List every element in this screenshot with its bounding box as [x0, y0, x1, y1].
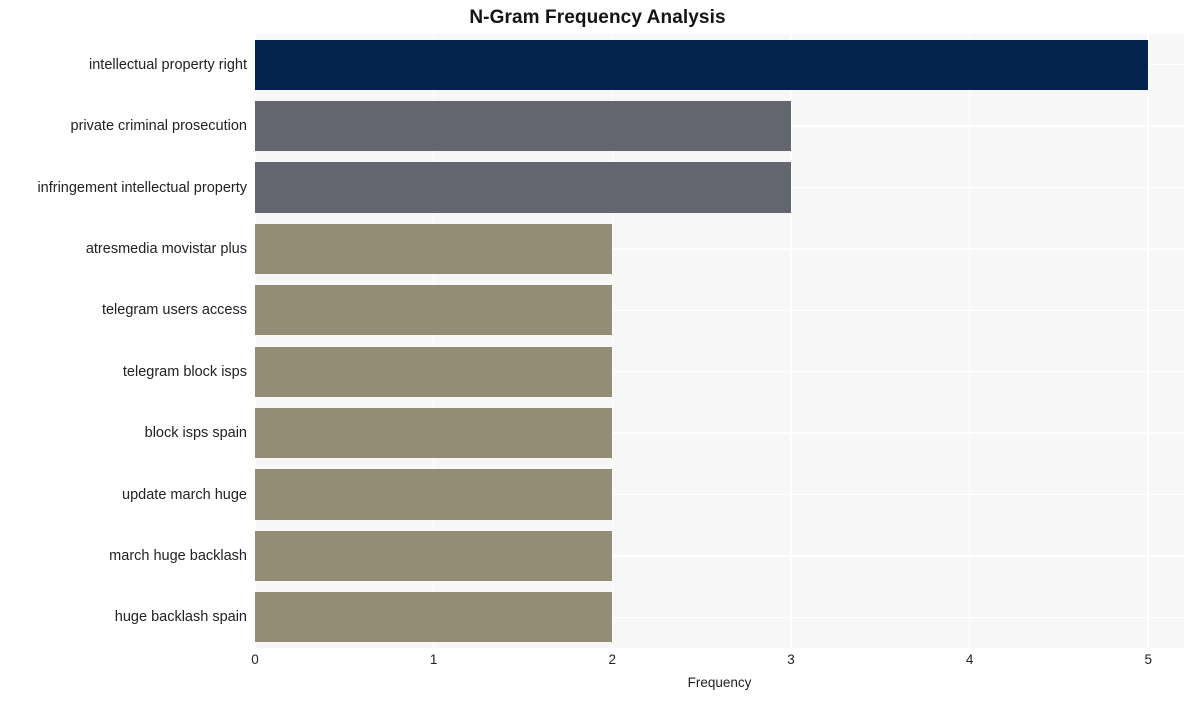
bar [255, 592, 613, 643]
page-title: N-Gram Frequency Analysis [469, 7, 726, 28]
x-axis-tick-label: 1 [429, 652, 438, 667]
x-axis-tick-label: 5 [1144, 652, 1153, 667]
bar [255, 100, 791, 152]
plot-area [254, 34, 1184, 648]
y-axis-tick-label: telegram block isps [122, 363, 247, 380]
bar [255, 39, 1149, 90]
bar [255, 407, 613, 459]
x-axis-title: Frequency [687, 675, 752, 690]
y-axis-tick-label: telegram users access [101, 302, 247, 319]
x-axis-tick-labels: 0 1 2 3 4 5 [0, 652, 1195, 674]
bar [255, 162, 791, 213]
y-axis-tick-label: infringement intellectual property [37, 179, 247, 196]
bar [255, 346, 613, 397]
y-axis-tick-labels: intellectual property right private crimi… [0, 34, 247, 648]
x-axis-tick-label: 0 [251, 652, 259, 667]
bar [255, 285, 613, 336]
x-axis-tick-label: 3 [787, 652, 795, 667]
y-axis-tick-label: intellectual property right [89, 56, 247, 73]
chart-figure: N-Gram Frequency Analysis intellectual p… [0, 0, 1195, 701]
y-axis-tick-label: private criminal prosecution [70, 118, 248, 135]
y-axis-tick-label: block isps spain [144, 425, 247, 442]
y-axis-tick-label: march huge backlash [109, 547, 247, 564]
bar [255, 223, 613, 275]
bar [255, 469, 613, 520]
x-axis-tick-label: 2 [608, 652, 617, 667]
y-axis-tick-label: huge backlash spain [114, 609, 247, 626]
x-axis-tick-label: 4 [965, 652, 974, 667]
y-axis-tick-label: update march huge [122, 486, 247, 503]
y-axis-tick-label: atresmedia movistar plus [85, 240, 247, 257]
bar [255, 530, 613, 582]
